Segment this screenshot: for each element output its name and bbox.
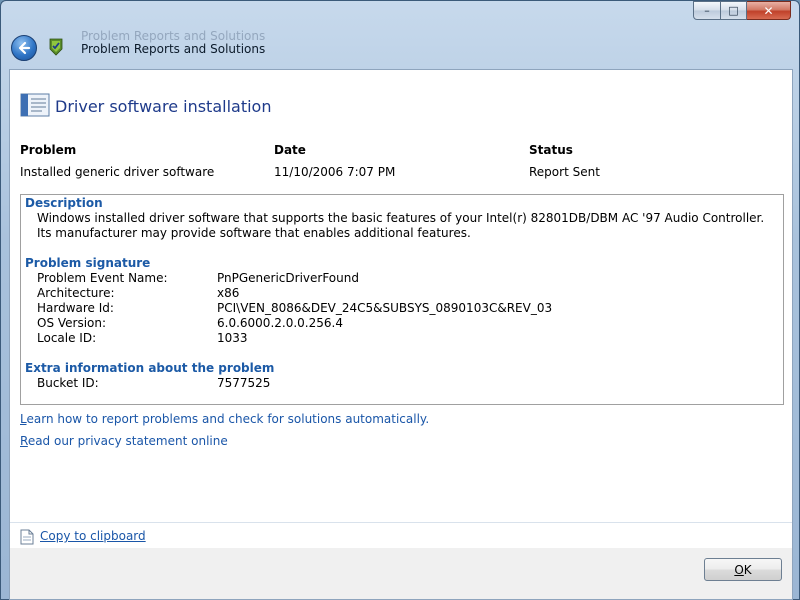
report-document-icon: [20, 93, 50, 117]
privacy-link-text: ead our privacy statement online: [27, 434, 228, 448]
problem-reports-app-icon: [49, 38, 63, 56]
signature-value: 1033: [217, 331, 248, 345]
report-heading: Driver software installation: [55, 97, 272, 116]
copy-to-clipboard-link[interactable]: Copy to clipboard: [40, 529, 146, 543]
signature-label: Locale ID:: [37, 331, 97, 345]
status-value: Report Sent: [529, 165, 600, 179]
title-bar: Problem Reports and Solutions – □ ✕ Prob…: [1, 1, 799, 69]
caption-buttons: – □ ✕: [693, 1, 791, 20]
privacy-statement-link[interactable]: Read our privacy statement online: [20, 434, 228, 448]
date-column-label: Date: [274, 143, 306, 157]
back-button[interactable]: [11, 35, 37, 61]
button-bar: OK: [9, 548, 793, 600]
maximize-icon: □: [728, 4, 739, 17]
copy-document-icon: [20, 529, 34, 545]
clipboard-strip: Copy to clipboard: [10, 522, 792, 548]
learn-how-link-text: earn how to report problems and check fo…: [26, 412, 430, 426]
report-content: Driver software installation Problem Dat…: [9, 69, 793, 548]
signature-label: Problem Event Name:: [37, 271, 168, 285]
signature-value: x86: [217, 286, 240, 300]
learn-how-link[interactable]: Learn how to report problems and check f…: [20, 412, 429, 426]
signature-label: Hardware Id:: [37, 301, 114, 315]
report-details-box: Description Windows installed driver sof…: [20, 194, 784, 405]
minimize-button[interactable]: –: [693, 1, 721, 20]
close-button[interactable]: ✕: [747, 1, 791, 20]
status-column-label: Status: [529, 143, 573, 157]
minimize-icon: –: [704, 4, 710, 17]
signature-label: Architecture:: [37, 286, 115, 300]
problem-signature-title: Problem signature: [25, 256, 151, 270]
extra-info-value: 7577525: [217, 376, 271, 390]
signature-value: PnPGenericDriverFound: [217, 271, 359, 285]
problem-reports-window: Problem Reports and Solutions – □ ✕ Prob…: [0, 0, 800, 600]
signature-label: OS Version:: [37, 316, 107, 330]
problem-column-label: Problem: [20, 143, 77, 157]
date-value: 11/10/2006 7:07 PM: [274, 165, 396, 179]
problem-value: Installed generic driver software: [20, 165, 215, 179]
signature-value: 6.0.6000.2.0.0.256.4: [217, 316, 343, 330]
description-title: Description: [25, 196, 103, 210]
privacy-link-accesskey: R: [20, 434, 28, 448]
signature-value: PCI\VEN_8086&DEV_24C5&SUBSYS_0890103C&RE…: [217, 301, 553, 315]
extra-info-label: Bucket ID:: [37, 376, 99, 390]
window-title: Problem Reports and Solutions: [81, 42, 266, 56]
maximize-button[interactable]: □: [721, 1, 747, 20]
window-title-ghost: Problem Reports and Solutions: [81, 29, 266, 43]
ok-button-accesskey: O: [734, 562, 744, 577]
extra-info-title: Extra information about the problem: [25, 361, 275, 375]
back-arrow-icon: [18, 41, 31, 55]
ok-button[interactable]: OK: [704, 558, 782, 581]
description-text: Windows installed driver software that s…: [37, 211, 765, 240]
close-icon: ✕: [763, 3, 774, 18]
ok-button-text: K: [743, 562, 752, 577]
